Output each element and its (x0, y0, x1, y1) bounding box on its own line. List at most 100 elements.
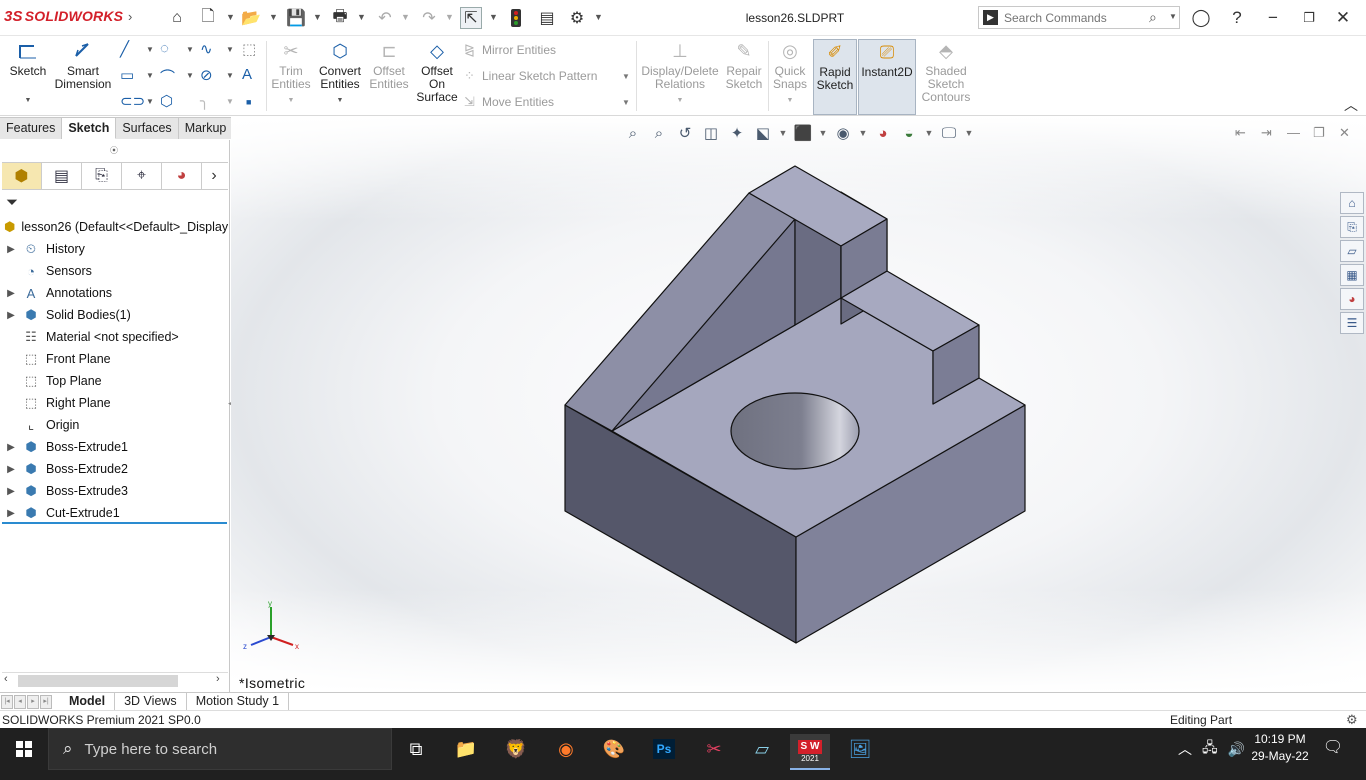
rebuild-traffic-light-icon[interactable] (505, 7, 527, 29)
fillet-chevron-icon[interactable]: ▼ (226, 97, 234, 106)
convert-entities-button[interactable]: ⬡ Convert Entities ▼ (316, 39, 364, 107)
ellipse-chevron-icon[interactable]: ▼ (226, 71, 234, 80)
through-hole[interactable] (730, 392, 860, 470)
tree-item-boss-extrude1[interactable]: ▶ ⬢ Boss-Extrude1 (0, 436, 228, 458)
expand-arrow-icon[interactable]: ▶ (0, 288, 22, 299)
text-icon[interactable]: A (242, 66, 252, 83)
graphics-area[interactable]: ⌕ ⌕ ↺ ◫ ✦ ⬕ ▼ ⬛ ▼ ◉ ▼ ◕ ◒ ▼ 🖵 ▼ ⇤ ⇥ — ❐ … (231, 117, 1366, 692)
displaymanager-tab-icon[interactable]: ◕ (162, 163, 202, 189)
expand-arrow-icon[interactable]: ▶ (0, 486, 22, 497)
menu-expand-chevron-icon[interactable]: › (128, 9, 132, 24)
select-dropdown-chevron-icon[interactable]: ▼ (489, 12, 498, 22)
first-tab-arrow-icon[interactable]: |◂ (1, 694, 13, 709)
open-folder-icon[interactable]: 📂 (240, 7, 262, 29)
options-gear-icon[interactable]: ⚙ (566, 7, 588, 29)
configurationmanager-tab-icon[interactable]: ⎘ (82, 163, 122, 189)
notification-center-icon[interactable]: 🗨 (1322, 737, 1344, 759)
print-dropdown-chevron-icon[interactable]: ▼ (357, 12, 366, 22)
expand-arrow-icon[interactable]: ▶ (0, 442, 22, 453)
bottom-tab-motion-study-1[interactable]: Motion Study 1 (187, 693, 290, 710)
save-dropdown-chevron-icon[interactable]: ▼ (313, 12, 322, 22)
help-icon[interactable]: ? (1224, 6, 1250, 30)
linear-sketch-pattern-button[interactable]: ⁘ Linear Sketch Pattern (464, 68, 597, 84)
tree-item-front-plane[interactable]: ⬚ Front Plane (0, 348, 228, 370)
home-icon[interactable]: ⌂ (166, 7, 188, 29)
repair-sketch-button[interactable]: ✎ Repair Sketch (722, 39, 766, 91)
taskbar-clock[interactable]: 10:19 PM 29-May-22 (1248, 731, 1312, 765)
file-explorer-taskbar-icon[interactable]: 📁 (446, 734, 486, 764)
sketch-chevron-icon[interactable]: ▼ (25, 94, 32, 107)
scrollbar-thumb[interactable] (18, 675, 178, 687)
tree-item-cut-extrude1[interactable]: ▶ ⬢ Cut-Extrude1 (0, 502, 228, 524)
new-document-icon[interactable]: 🗋 (197, 7, 219, 29)
line-icon[interactable]: ╱ (120, 40, 129, 58)
tree-item-material-not-specified[interactable]: ☷ Material <not specified> (0, 326, 228, 348)
relations-chevron-icon[interactable]: ▼ (677, 94, 684, 107)
redo-icon[interactable]: ↷ (418, 7, 440, 29)
arc-chevron-icon[interactable]: ▼ (186, 71, 194, 80)
horizontal-scrollbar[interactable]: ‹ › (2, 672, 228, 688)
fillet-icon[interactable]: ╮ (200, 92, 209, 110)
trim-entities-button[interactable]: ✂ Trim Entities ▼ (268, 39, 314, 107)
snipping-tool-icon[interactable]: ✂ (694, 734, 734, 764)
smart-dimension-button[interactable]: Smart Dimension (52, 39, 114, 91)
line-chevron-icon[interactable]: ▼ (146, 45, 154, 54)
shaded-sketch-contours-button[interactable]: ⬘ Shaded Sketch Contours (918, 39, 974, 104)
offset-entities-button[interactable]: ⊏ Offset Entities (366, 39, 412, 91)
display-delete-relations-button[interactable]: ⊥ Display/Delete Relations ▼ (640, 39, 720, 107)
tree-item-solid-bodies-1[interactable]: ▶ ⬢ Solid Bodies(1) (0, 304, 228, 326)
undo-dropdown-chevron-icon[interactable]: ▼ (401, 12, 410, 22)
expand-arrow-icon[interactable]: ▶ (0, 310, 22, 321)
select-cursor-icon[interactable]: ⇱ (460, 7, 482, 29)
close-window-button[interactable]: ✕ (1330, 6, 1356, 30)
circle-chevron-icon[interactable]: ▼ (186, 45, 194, 54)
spline-icon[interactable]: ∿ (200, 40, 213, 58)
collapse-ribbon-chevron-icon[interactable]: ︿ (1344, 95, 1358, 115)
notepad-icon[interactable]: ▱ (742, 734, 782, 764)
more-tabs-chevron-icon[interactable]: › (202, 163, 226, 189)
options-dropdown-chevron-icon[interactable]: ▼ (594, 12, 603, 22)
file-properties-icon[interactable]: ▤ (536, 7, 558, 29)
offset-on-surface-button[interactable]: ◇ Offset On Surface (414, 39, 460, 104)
bottom-tab-model[interactable]: Model (60, 693, 116, 710)
minimize-window-button[interactable]: − (1260, 6, 1286, 30)
arc-icon[interactable]: ⌒ (160, 66, 175, 87)
scroll-left-arrow-icon[interactable]: ‹ (4, 673, 8, 685)
tree-item-sensors[interactable]: ◔ Sensors (0, 260, 228, 282)
filter-funnel-icon[interactable]: ⏷ (6, 194, 18, 211)
quick-snaps-button[interactable]: ◎ Quick Snaps ▼ (770, 39, 810, 107)
tab-surfaces[interactable]: Surfaces (116, 117, 179, 139)
restore-window-button[interactable]: ❐ (1296, 6, 1322, 30)
tree-item-annotations[interactable]: ▶ A Annotations (0, 282, 228, 304)
last-tab-arrow-icon[interactable]: ▸| (40, 694, 52, 709)
rectangle-icon[interactable]: ▭ (120, 66, 134, 84)
dimxpert-tab-icon[interactable]: ⌖ (122, 163, 162, 189)
expand-arrow-icon[interactable]: ▶ (0, 244, 22, 255)
bottom-tab-3d-views[interactable]: 3D Views (115, 693, 187, 710)
sketch-button[interactable]: Sketch ▼ (6, 39, 50, 107)
search-dropdown-chevron-icon[interactable]: ▼ (1169, 12, 1177, 21)
scroll-right-arrow-icon[interactable]: › (216, 673, 220, 685)
slot-chevron-icon[interactable]: ▼ (146, 97, 154, 106)
propertymanager-tab-icon[interactable]: ▤ (42, 163, 82, 189)
photos-icon[interactable]: 🖼 (840, 734, 880, 764)
rapid-sketch-button[interactable]: ✐ Rapid Sketch (813, 39, 857, 115)
spline-chevron-icon[interactable]: ▼ (226, 45, 234, 54)
task-view-icon[interactable]: ⧉ (396, 734, 436, 764)
firefox-icon[interactable]: ◉ (546, 734, 586, 764)
save-icon[interactable]: 💾 (285, 7, 307, 29)
solidworks-logo[interactable]: 3S SOLIDWORKS (4, 8, 123, 25)
tab-markup[interactable]: Markup (178, 117, 234, 139)
volume-icon[interactable]: 🔊 (1228, 741, 1245, 758)
tree-item-history[interactable]: ▶ ⏲ History (0, 238, 228, 260)
show-hidden-icons-chevron-icon[interactable]: ︿ (1178, 739, 1192, 759)
search-commands-box[interactable]: ▶ ⌕ ▼ (978, 6, 1180, 29)
tree-item-boss-extrude3[interactable]: ▶ ⬢ Boss-Extrude3 (0, 480, 228, 502)
tree-item-boss-extrude2[interactable]: ▶ ⬢ Boss-Extrude2 (0, 458, 228, 480)
new-dropdown-chevron-icon[interactable]: ▼ (226, 12, 235, 22)
start-windows-icon[interactable] (0, 728, 48, 770)
instant2d-button[interactable]: ⎚ Instant2D (858, 39, 916, 115)
rollback-bar[interactable] (2, 522, 227, 524)
construction-geometry-icon[interactable]: ⬚ (242, 40, 256, 58)
move-entities-button[interactable]: ⇲ Move Entities (464, 94, 554, 110)
